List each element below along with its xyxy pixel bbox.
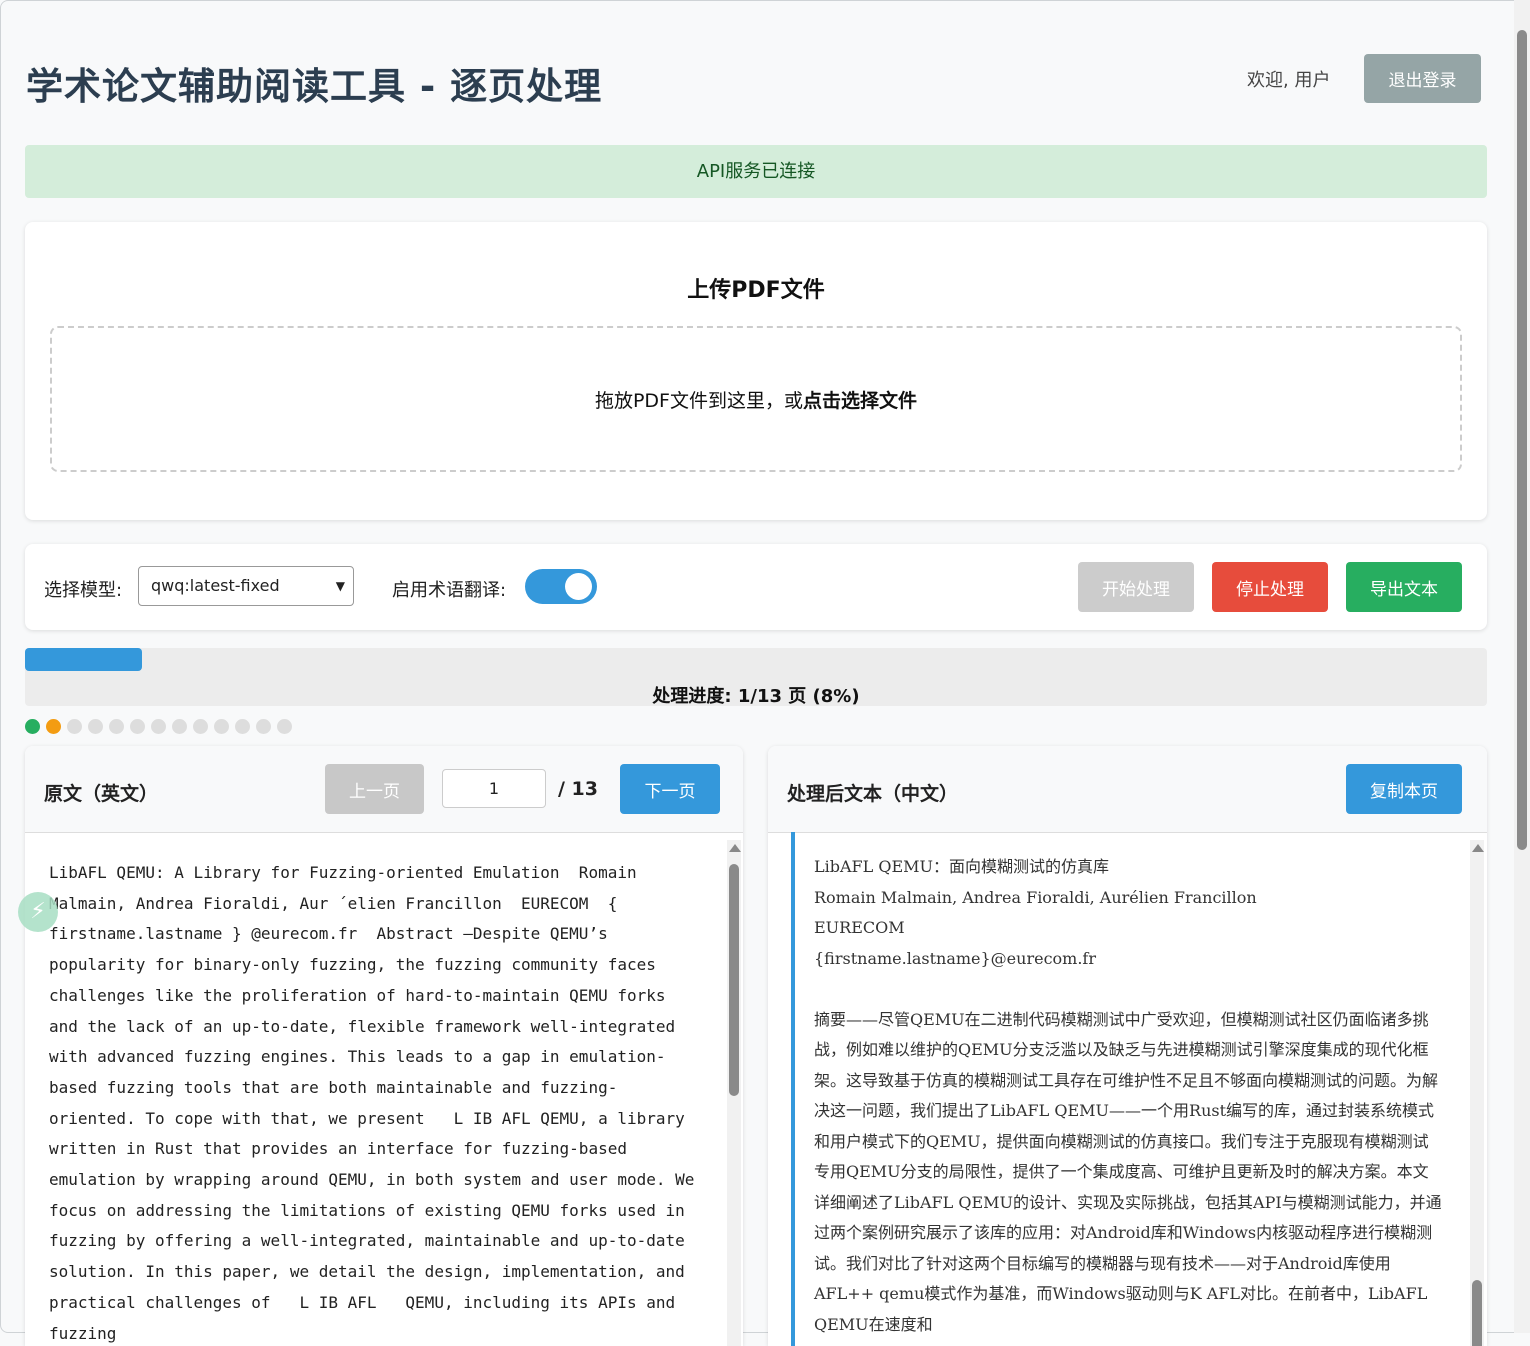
translated-panel-title: 处理后文本（中文） [787,783,959,805]
model-select-value: qwq:latest-fixed [151,576,280,595]
translated-panel-header: 处理后文本（中文） 复制本页 [768,746,1487,833]
original-text: LibAFL QEMU: A Library for Fuzzing-orien… [49,863,705,1343]
page-status-dots [25,719,292,734]
original-panel-header: 原文（英文） 上一页 1 / 13 下一页 [25,746,743,833]
page-title: 学术论文辅助阅读工具 - 逐页处理 [26,65,603,108]
page-dot[interactable] [46,719,61,734]
page-total: / 13 [558,778,598,800]
page-dot[interactable] [25,719,40,734]
scroll-up-icon[interactable] [1472,844,1484,852]
translated-text: LibAFL QEMU：面向模糊测试的仿真库 Romain Malmain, A… [814,857,1442,1334]
original-scrollbar[interactable] [727,840,741,1346]
page-dot[interactable] [109,719,124,734]
page-dot[interactable] [130,719,145,734]
original-panel-title: 原文（英文） [44,783,159,805]
pdf-dropzone[interactable]: 拖放PDF文件到这里，或 点击选择文件 [50,326,1462,472]
translated-scrollbar[interactable] [1470,840,1484,1346]
page-dot[interactable] [67,719,82,734]
term-translation-label: 启用术语翻译: [392,580,507,601]
progress-container: 处理进度: 1/13 页 (8%) [25,648,1487,707]
page-dot[interactable] [235,719,250,734]
page-dot[interactable] [88,719,103,734]
model-select[interactable]: qwq:latest-fixed ▼ [138,566,354,606]
controls-bar: 选择模型: qwq:latest-fixed ▼ 启用术语翻译: 开始处理 停止… [25,544,1487,630]
upload-title: 上传PDF文件 [687,278,825,303]
original-panel: 原文（英文） 上一页 1 / 13 下一页 LibAFL QEMU: A Lib… [25,746,743,1346]
progress-text: 处理进度: 1/13 页 (8%) [652,686,860,707]
scroll-up-icon[interactable] [729,844,741,852]
page-scrollbar[interactable] [1514,0,1530,1333]
start-button[interactable]: 开始处理 [1078,562,1194,612]
lightning-icon[interactable]: ⚡ [18,892,58,932]
logout-button[interactable]: 退出登录 [1364,54,1481,103]
upload-card: 上传PDF文件 拖放PDF文件到这里，或 点击选择文件 [25,222,1487,520]
toggle-knob [565,573,592,600]
api-status-banner: API服务已连接 [25,145,1487,198]
page-dot[interactable] [172,719,187,734]
page-dot[interactable] [256,719,271,734]
next-page-button[interactable]: 下一页 [620,764,720,814]
translation-accent-border [791,832,795,1346]
choose-file-link[interactable]: 点击选择文件 [803,386,917,413]
translated-scroll-thumb[interactable] [1472,1280,1482,1346]
page-number-input[interactable]: 1 [442,769,546,808]
prev-page-button[interactable]: 上一页 [325,764,424,814]
dropzone-text: 拖放PDF文件到这里，或 [594,389,803,412]
translated-panel: 处理后文本（中文） 复制本页 LibAFL QEMU：面向模糊测试的仿真库 Ro… [768,746,1487,1346]
page-scroll-thumb[interactable] [1517,30,1527,850]
original-scroll-thumb[interactable] [729,864,739,1096]
model-label: 选择模型: [44,580,123,601]
export-button[interactable]: 导出文本 [1346,562,1462,612]
chevron-down-icon: ▼ [335,579,345,593]
page-dot[interactable] [214,719,229,734]
welcome-text: 欢迎, 用户 [1247,70,1331,91]
stop-button[interactable]: 停止处理 [1212,562,1328,612]
copy-page-button[interactable]: 复制本页 [1346,764,1462,814]
page-dot[interactable] [193,719,208,734]
term-translation-toggle[interactable] [525,569,597,604]
page-dot[interactable] [151,719,166,734]
page-dot[interactable] [277,719,292,734]
progress-bar [25,648,142,671]
